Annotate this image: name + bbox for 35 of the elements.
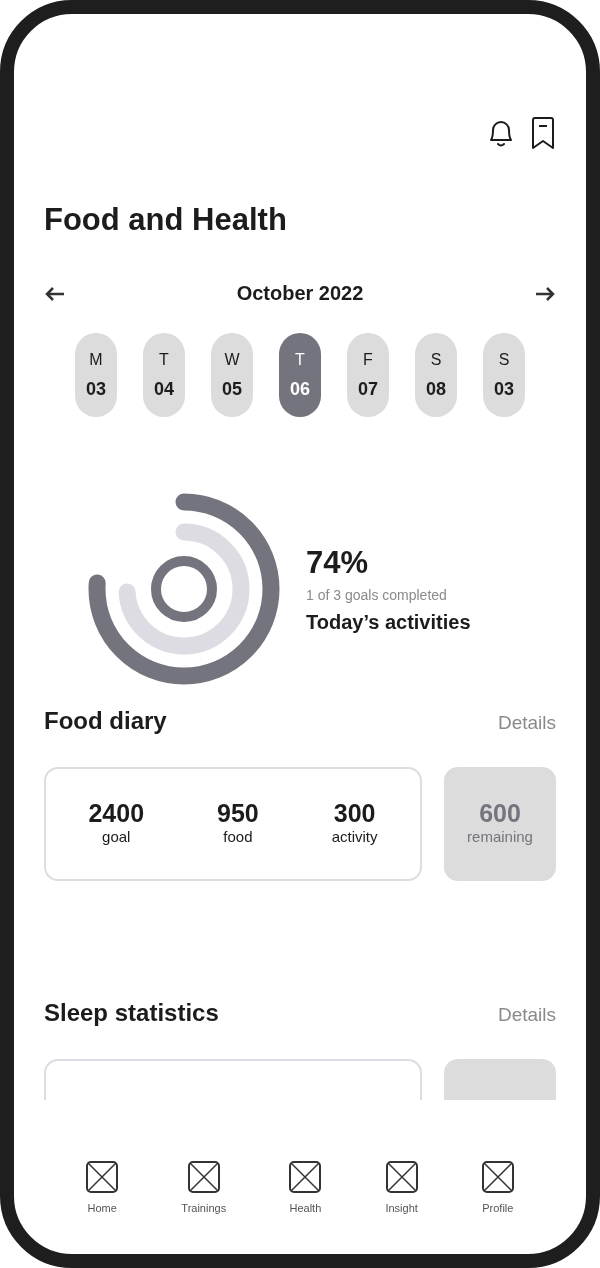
nav-item[interactable]: Health	[288, 1160, 323, 1214]
day-pill[interactable]: F 07	[347, 333, 389, 417]
stat-value: 2400	[88, 799, 145, 828]
nav-item[interactable]: Home	[85, 1160, 120, 1214]
stat-label: food	[223, 828, 253, 845]
stat-label: goal	[102, 828, 131, 845]
month-label: October 2022	[236, 282, 364, 305]
stat-value: 950	[217, 799, 259, 828]
section-title: Food diary	[44, 707, 167, 735]
activity-label: Today’s activities	[306, 610, 471, 634]
remaining-label: remaining	[467, 828, 533, 845]
placeholder-icon	[186, 1160, 221, 1194]
remaining-value: 600	[479, 799, 521, 828]
nav-item[interactable]: Insight	[384, 1160, 419, 1214]
placeholder-icon	[384, 1160, 419, 1194]
day-pill[interactable]: S 08	[415, 333, 457, 417]
stat-label: activity	[331, 828, 378, 845]
goals-subtitle: 1 of 3 goals completed	[306, 586, 448, 603]
bookmark-icon[interactable]	[530, 116, 556, 150]
day-pill[interactable]: W 05	[211, 333, 253, 417]
day-pill[interactable]: T 06	[279, 333, 321, 417]
placeholder-icon	[85, 1160, 120, 1194]
section-title: Sleep statistics	[44, 999, 219, 1027]
page-title: Food and Health	[44, 202, 288, 238]
day-pill[interactable]: S 03	[483, 333, 525, 417]
day-pill[interactable]: M 03	[75, 333, 117, 417]
left-arrow-icon[interactable]	[44, 285, 66, 302]
activity-percent: 74%	[306, 544, 370, 581]
placeholder-icon	[480, 1160, 515, 1194]
nav-item[interactable]: Profile	[480, 1160, 515, 1214]
stat-value: 300	[333, 799, 376, 828]
nav-item[interactable]: Trainings	[181, 1160, 227, 1214]
placeholder-icon	[288, 1160, 323, 1194]
day-pill[interactable]: T 04	[143, 333, 185, 417]
right-arrow-icon[interactable]	[534, 285, 556, 302]
